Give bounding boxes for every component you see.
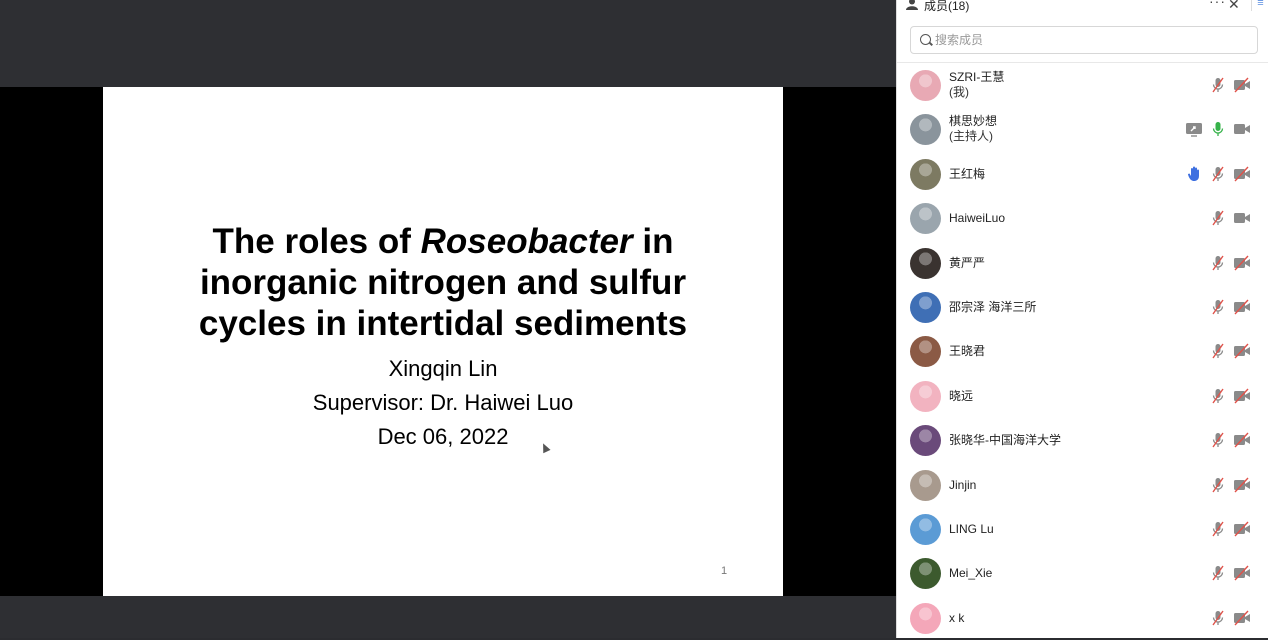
slide-supervisor: Supervisor: Dr. Haiwei Luo — [312, 390, 574, 415]
mic-muted-icon[interactable] — [1209, 477, 1227, 493]
member-row[interactable]: 黄严严 — [897, 241, 1268, 285]
stage-top-band — [0, 0, 896, 87]
stage-bottom-band — [0, 596, 896, 638]
avatar — [910, 602, 941, 634]
member-row[interactable]: 邵宗泽 海洋三所 — [897, 285, 1268, 329]
members-title: 成员(18) — [924, 0, 970, 13]
slide-title-line1: The roles of — [212, 222, 421, 261]
member-row[interactable]: 棋思妙想 (主持人) — [897, 107, 1268, 151]
member-role: (我) — [949, 85, 969, 99]
member-name: x k — [949, 610, 965, 625]
member-row[interactable]: Jinjin — [897, 463, 1268, 507]
slide-title-line3: cycles in intertidal sediments — [198, 304, 688, 343]
camera-off-icon[interactable] — [1233, 343, 1251, 359]
camera-off-icon[interactable] — [1233, 299, 1251, 315]
member-name: Mei_Xie — [949, 566, 993, 581]
mic-muted-icon[interactable] — [1209, 610, 1227, 626]
avatar — [910, 247, 941, 279]
camera-off-icon[interactable] — [1233, 77, 1251, 93]
presentation-slide: The roles of Roseobacter in inorganic ni… — [103, 87, 783, 596]
camera-off-icon[interactable] — [1233, 521, 1251, 537]
slide-title: The roles of Roseobacter in inorganic ni… — [103, 221, 783, 344]
camera-off-icon[interactable] — [1233, 477, 1251, 493]
mic-muted-icon[interactable] — [1209, 299, 1227, 315]
side-menu-icon[interactable]: ≡ — [1251, 0, 1268, 11]
slide-title-line2: inorganic nitrogen and sulfur — [199, 263, 687, 302]
camera-off-icon[interactable] — [1233, 166, 1251, 182]
member-name: 晓远 — [949, 388, 974, 403]
member-name: Jinjin — [949, 477, 977, 492]
member-row[interactable]: 王晓君 — [897, 329, 1268, 373]
member-search-input[interactable] — [935, 31, 1235, 49]
member-name: 棋思妙想 (主持人) — [949, 114, 998, 144]
raised-hand-icon[interactable] — [1185, 166, 1203, 182]
camera-off-icon[interactable] — [1233, 610, 1251, 626]
camera-off-icon[interactable] — [1233, 255, 1251, 271]
mic-muted-icon[interactable] — [1209, 166, 1227, 182]
member-name: 邵宗泽 海洋三所 — [949, 299, 1037, 314]
avatar — [910, 336, 941, 368]
close-icon[interactable]: ✕ — [1228, 0, 1240, 13]
camera-on-icon[interactable] — [1233, 121, 1251, 137]
member-row[interactable]: HaiweiLuo — [897, 196, 1268, 240]
member-row[interactable]: Mei_Xie — [897, 551, 1268, 595]
member-row[interactable]: x k — [897, 596, 1268, 640]
member-row[interactable]: 张晓华-中国海洋大学 — [897, 418, 1268, 462]
member-search-box[interactable] — [910, 26, 1258, 54]
camera-off-icon[interactable] — [1233, 388, 1251, 404]
avatar — [910, 513, 941, 545]
search-icon — [920, 34, 931, 45]
mic-muted-icon[interactable] — [1209, 565, 1227, 581]
avatar — [910, 425, 941, 457]
mic-muted-icon[interactable] — [1209, 388, 1227, 404]
camera-off-icon[interactable] — [1233, 432, 1251, 448]
slide-author: Xingqin Lin — [388, 356, 498, 381]
avatar — [910, 203, 941, 235]
avatar — [910, 558, 941, 590]
mic-muted-icon[interactable] — [1209, 521, 1227, 537]
member-name: 王红梅 — [949, 166, 986, 181]
shared-screen-area: The roles of Roseobacter in inorganic ni… — [0, 0, 896, 638]
member-name: HaiweiLuo — [949, 211, 1006, 226]
slide-title-line1-end: in — [632, 222, 674, 261]
member-name: 张晓华-中国海洋大学 — [949, 433, 1061, 448]
avatar — [910, 158, 941, 190]
member-row[interactable]: SZRI-王慧 (我) — [897, 63, 1268, 107]
slide-page-number: 1 — [721, 565, 728, 577]
member-name: 王晓君 — [949, 344, 986, 359]
member-name: SZRI-王慧 (我) — [949, 70, 1005, 99]
member-row[interactable]: 王红梅 — [897, 152, 1268, 196]
user-icon — [906, 0, 918, 10]
screen-share-icon[interactable] — [1185, 121, 1203, 138]
members-panel-header: 成员(18) ··· ✕ ≡ — [897, 0, 1268, 14]
avatar — [910, 469, 941, 501]
mic-muted-icon[interactable] — [1209, 255, 1227, 271]
slide-date: Dec 06, 2022 — [377, 424, 509, 449]
avatar — [910, 70, 941, 101]
member-role: (主持人) — [949, 129, 993, 144]
camera-off-icon[interactable] — [1233, 565, 1251, 581]
avatar — [910, 291, 941, 323]
avatar — [910, 114, 941, 146]
camera-on-icon[interactable] — [1233, 210, 1251, 226]
more-options-icon[interactable]: ··· — [1209, 0, 1226, 9]
mic-on-icon[interactable] — [1209, 121, 1227, 137]
mic-muted-icon[interactable] — [1209, 210, 1227, 226]
member-row[interactable]: 晓远 — [897, 374, 1268, 418]
member-name: 黄严严 — [949, 255, 986, 270]
member-row[interactable]: LING Lu — [897, 507, 1268, 551]
member-list: SZRI-王慧 (我) 棋思妙想 (主持人) 王红梅 HaiweiLuo 黄严严邵宗泽 海洋… — [897, 63, 1268, 640]
member-name: LING Lu — [949, 521, 994, 536]
mic-muted-icon[interactable] — [1209, 432, 1227, 448]
avatar — [910, 380, 941, 412]
slide-title-italic: Roseobacter — [420, 222, 633, 261]
members-panel: 成员(18) ··· ✕ ≡ SZRI-王慧(我) 棋思妙想(主持人) 王红梅 Hai… — [896, 0, 1268, 638]
mic-muted-icon[interactable] — [1209, 77, 1227, 93]
mic-muted-icon[interactable] — [1209, 343, 1227, 359]
